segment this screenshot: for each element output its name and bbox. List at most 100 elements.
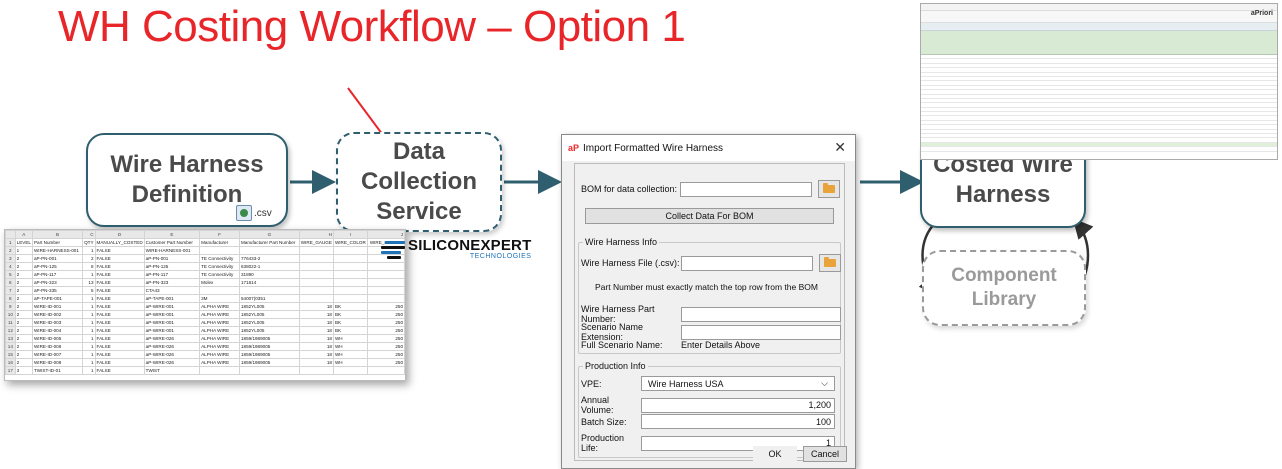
- sheet-cell: 2: [14, 310, 33, 319]
- sheet-cell: FALSE: [94, 334, 145, 343]
- sheet-cell: aP-TAPE-001: [31, 294, 84, 303]
- row-number: 5: [5, 270, 16, 279]
- app-tabs: [921, 23, 1277, 31]
- sheet-cell: [366, 286, 405, 295]
- app-logo-icon: aP: [568, 143, 580, 153]
- sheet-cell: 13: [82, 278, 96, 287]
- sheet-cell: 250: [366, 310, 405, 319]
- annual-volume-input[interactable]: 1,200: [641, 397, 835, 413]
- ok-button[interactable]: OK: [753, 446, 797, 462]
- row-number: 11: [5, 318, 16, 327]
- sheet-cell: 2: [14, 262, 33, 271]
- dialog-title: Import Formatted Wire Harness: [583, 142, 724, 154]
- wh-part-number-input[interactable]: [681, 306, 841, 322]
- sheet-cell: aP-WIRE-026: [143, 334, 201, 343]
- sheet-cell: [199, 286, 240, 295]
- bom-browse-button[interactable]: [818, 180, 840, 198]
- sheet-cell: 1852YL005: [238, 326, 300, 335]
- table-row: 17 3 TWIST-ID-01 1 FALSE TWIST: [5, 366, 405, 375]
- sheet-cell: FALSE: [94, 286, 145, 295]
- sheet-cell: Molex: [199, 278, 240, 287]
- sheet-cell: [332, 270, 368, 279]
- sheet-cell: G: [238, 230, 300, 239]
- sheet-cell: 2: [14, 342, 33, 351]
- sheet-cell: FALSE: [94, 294, 145, 303]
- sheet-cell: 1852YL005: [238, 318, 300, 327]
- sheet-cell: 1: [82, 310, 96, 319]
- sheet-cell: 2: [14, 358, 33, 367]
- cancel-button[interactable]: Cancel: [803, 446, 847, 462]
- collect-data-button[interactable]: Collect Data For BOM: [585, 208, 834, 224]
- sheet-cell: ALPHA WIRE: [199, 342, 240, 351]
- sheet-cell: FALSE: [94, 302, 145, 311]
- sheet-cell: aP-TAPE-001: [143, 294, 201, 303]
- sheet-cell: 2: [14, 286, 33, 295]
- sheet-cell: 1859/1989005: [238, 358, 300, 367]
- chevron-down-icon: ⌵: [821, 378, 828, 388]
- sheet-cell: WH: [332, 358, 368, 367]
- sheet-cell: [332, 278, 368, 287]
- sheet-cell: [366, 270, 405, 279]
- sheet-cell: [332, 286, 368, 295]
- sheet-cell: 250: [366, 318, 405, 327]
- sheet-cell: [298, 270, 334, 279]
- sheet-cell: ALPHA WIRE: [199, 350, 240, 359]
- sheet-cell: 2: [14, 254, 33, 263]
- sheet-cell: TE Connectivity: [199, 270, 240, 279]
- sheet-cell: 1: [82, 302, 96, 311]
- csv-label: .csv: [254, 207, 272, 219]
- table-row: 8 2 aP-TAPE-001 1 FALSE aP-TAPE-001 3M 54007(03…: [5, 294, 405, 303]
- sheet-cell: TE Connectivity: [199, 254, 240, 263]
- close-icon[interactable]: ✕: [834, 139, 846, 156]
- sheet-cell: [298, 246, 334, 255]
- sheet-cell: WIRE-ID-007: [31, 350, 84, 359]
- sheet-cell: aP-WIRE-026: [143, 358, 201, 367]
- sheet-cell: LEVEL: [14, 238, 33, 247]
- sheet-cell: WIRE-ID-008: [31, 358, 84, 367]
- vpe-select[interactable]: Wire Harness USA ⌵: [641, 376, 835, 391]
- sheet-cell: WIRE_GAUGE: [298, 238, 334, 247]
- wh-file-browse-button[interactable]: [819, 254, 841, 272]
- sheet-cell: 18: [298, 342, 334, 351]
- batch-size-input[interactable]: 100: [641, 414, 835, 429]
- sheet-cell: MANUALLY_COSTED: [94, 238, 145, 247]
- full-scenario-label: Full Scenario Name:: [581, 340, 663, 350]
- table-row: 4 2 aP-PN-125 8 FALSE aP-PN-125 TE Connectivit…: [5, 262, 405, 271]
- bom-input[interactable]: [680, 181, 812, 197]
- full-scenario-value: Enter Details Above: [681, 340, 761, 350]
- dialog-footer: OK Cancel: [562, 440, 855, 468]
- wh-file-input[interactable]: [681, 255, 813, 271]
- sheet-cell: TWIST: [143, 366, 201, 375]
- sheet-cell: aP-PN-335: [31, 286, 84, 295]
- csv-badge: .csv: [236, 205, 272, 221]
- sheet-cell: D: [94, 230, 145, 239]
- sheet-cell: [332, 294, 368, 303]
- sheet-cell: aP-PN-117: [31, 270, 84, 279]
- sheet-cell: aP-PN-125: [31, 262, 84, 271]
- node-data-collection-service: Data Collection Service: [336, 132, 502, 232]
- row-number: 2: [5, 246, 16, 255]
- table-row: 3 2 aP-PN-001 2 FALSE aP-PN-001 TE Connectivit…: [5, 254, 405, 263]
- app-brand: aPriori: [1250, 10, 1273, 17]
- sheet-cell: [366, 366, 405, 375]
- sheet-cell: ALPHA WIRE: [199, 318, 240, 327]
- node-data-collection-service-label: Data Collection Service: [360, 138, 477, 225]
- row-number: 13: [5, 334, 16, 343]
- sheet-cell: aP-WIRE-001: [143, 310, 201, 319]
- sheet-cell: FALSE: [94, 246, 145, 255]
- vpe-value: Wire Harness USA: [648, 378, 724, 389]
- row-number: 3: [5, 254, 16, 263]
- scenario-ext-input[interactable]: [681, 324, 841, 340]
- sheet-cell: 2: [14, 334, 33, 343]
- sheet-cell: FALSE: [94, 326, 145, 335]
- bom-label: BOM for data collection:: [581, 184, 678, 194]
- sheet-cell: WIRE-ID-006: [31, 342, 84, 351]
- sheet-cell: 1: [14, 246, 33, 255]
- sheet-cell: 18: [298, 302, 334, 311]
- table-row: 14 2 WIRE-ID-006 1 FALSE aP-WIRE-026 ALPHA WIR…: [5, 342, 405, 351]
- sheet-cell: [332, 262, 368, 271]
- wire-harness-info-label: Wire Harness Info: [583, 237, 660, 247]
- costing-app-screenshot: aPriori: [920, 3, 1278, 160]
- sheet-cell: 250: [366, 334, 405, 343]
- app-grid: [921, 55, 1277, 152]
